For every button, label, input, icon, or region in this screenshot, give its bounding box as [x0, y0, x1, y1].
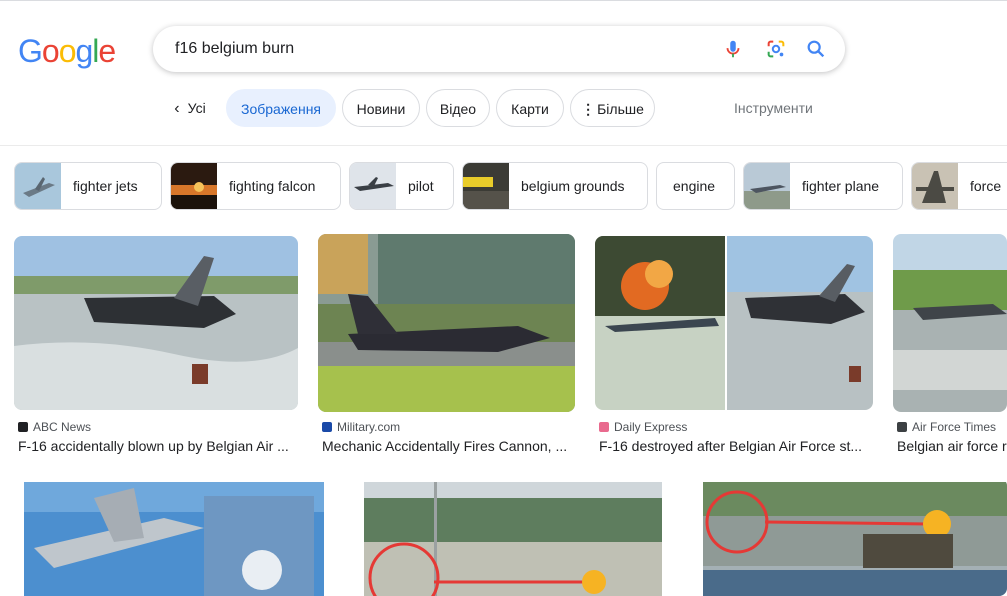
chip-thumbnail — [171, 163, 217, 209]
search-icon[interactable] — [805, 38, 827, 60]
image-result[interactable] — [14, 478, 334, 596]
result-image[interactable] — [318, 234, 575, 412]
result-title[interactable]: Mechanic Accidentally Fires Cannon, ... — [322, 438, 576, 454]
tab-all-back[interactable]: ‹ Усі — [160, 89, 220, 127]
image-result[interactable] — [354, 478, 672, 596]
search-box[interactable]: f16 belgium burn — [153, 26, 845, 72]
chip-thumbnail — [912, 163, 958, 209]
chip-thumbnail — [463, 163, 509, 209]
logo-letter: e — [98, 33, 116, 69]
microphone-icon[interactable] — [722, 38, 744, 60]
tools-button[interactable]: Інструменти — [734, 100, 813, 116]
image-result[interactable]: Military.com Mechanic Accidentally Fires… — [318, 234, 575, 456]
chip-thumbnail — [350, 163, 396, 209]
result-source[interactable]: Air Force Times — [897, 420, 996, 434]
related-chip[interactable]: fighter jets — [14, 162, 162, 210]
military-favicon — [322, 422, 332, 432]
result-image[interactable] — [14, 478, 334, 596]
google-logo[interactable]: Google — [18, 33, 116, 70]
result-image[interactable] — [354, 478, 672, 596]
image-result[interactable]: Daily Express F-16 destroyed after Belgi… — [595, 236, 873, 456]
image-result[interactable]: ABC News F-16 accidentally blown up by B… — [14, 236, 298, 456]
related-chip[interactable]: force — [911, 162, 1007, 210]
result-title[interactable]: F-16 accidentally blown up by Belgian Ai… — [18, 438, 298, 454]
result-image[interactable] — [595, 236, 873, 410]
result-image[interactable] — [14, 236, 298, 410]
logo-letter: G — [18, 33, 43, 69]
top-divider — [0, 0, 1007, 1]
related-chip[interactable]: engine — [656, 162, 735, 210]
related-chip[interactable]: fighter plane — [743, 162, 903, 210]
chip-thumbnail — [15, 163, 61, 209]
related-chip[interactable]: fighting falcon — [170, 162, 341, 210]
header-divider — [0, 145, 1007, 146]
abc-news-favicon — [18, 422, 28, 432]
search-input[interactable]: f16 belgium burn — [175, 40, 294, 58]
chevron-left-icon: ‹ — [174, 100, 180, 117]
related-chip[interactable]: belgium grounds — [462, 162, 648, 210]
result-title[interactable]: Belgian air force r — [897, 438, 1007, 454]
more-dots-icon: ⋮ — [581, 101, 596, 117]
related-chip[interactable]: pilot — [349, 162, 454, 210]
logo-letter: g — [75, 33, 93, 69]
result-title[interactable]: F-16 destroyed after Belgian Air Force s… — [599, 438, 869, 454]
result-source[interactable]: ABC News — [18, 420, 91, 434]
air-force-times-favicon — [897, 422, 907, 432]
daily-express-favicon — [599, 422, 609, 432]
image-result[interactable] — [693, 478, 1007, 596]
chip-thumbnail — [744, 163, 790, 209]
logo-letter: o — [41, 33, 60, 69]
result-image[interactable] — [893, 234, 1007, 412]
result-source[interactable]: Military.com — [322, 420, 400, 434]
google-lens-icon[interactable] — [765, 38, 787, 60]
tab-news[interactable]: Новини — [342, 89, 420, 127]
result-source[interactable]: Daily Express — [599, 420, 687, 434]
image-result[interactable]: Air Force Times Belgian air force r — [893, 234, 1007, 456]
tab-video[interactable]: Відео — [426, 89, 490, 127]
logo-letter: o — [58, 33, 77, 69]
tab-images[interactable]: Зображення — [226, 89, 336, 127]
result-image[interactable] — [693, 478, 1007, 596]
tab-maps[interactable]: Карти — [496, 89, 564, 127]
tab-more[interactable]: ⋮ Більше — [570, 89, 655, 127]
